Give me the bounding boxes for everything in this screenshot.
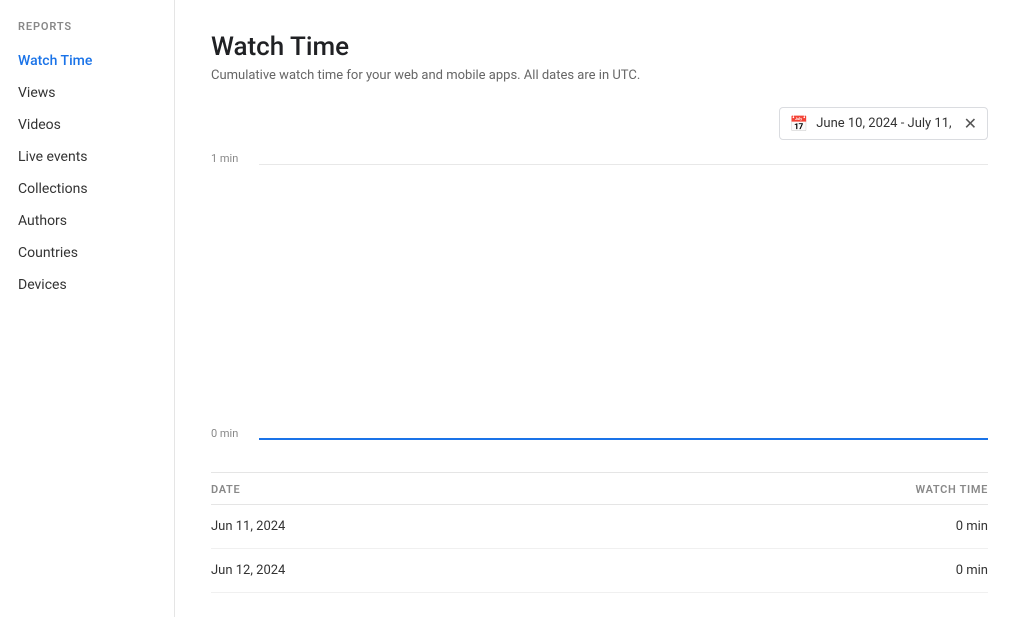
sidebar-item-countries[interactable]: Countries bbox=[0, 237, 174, 269]
date-cell: Jun 12, 2024 bbox=[211, 563, 285, 578]
close-icon[interactable]: ✕ bbox=[964, 114, 977, 133]
chart-y-max-label: 1 min bbox=[211, 152, 238, 165]
watch-time-cell: 0 min bbox=[956, 563, 988, 578]
sidebar-section-label: REPORTS bbox=[0, 20, 174, 45]
chart-y-min-label: 0 min bbox=[211, 427, 238, 440]
page-title: Watch Time bbox=[211, 32, 988, 62]
col-date-header: DATE bbox=[211, 483, 240, 496]
sidebar-nav: Watch TimeViewsVideosLive eventsCollecti… bbox=[0, 45, 174, 301]
sidebar-item-collections[interactable]: Collections bbox=[0, 173, 174, 205]
table-header: DATE WATCH TIME bbox=[211, 473, 988, 505]
page-subtitle: Cumulative watch time for your web and m… bbox=[211, 68, 988, 83]
sidebar: REPORTS Watch TimeViewsVideosLive events… bbox=[0, 0, 175, 617]
sidebar-item-authors[interactable]: Authors bbox=[0, 205, 174, 237]
filter-row: 📅 June 10, 2024 - July 11, ✕ bbox=[211, 107, 988, 140]
sidebar-item-views[interactable]: Views bbox=[0, 77, 174, 109]
sidebar-item-watch-time[interactable]: Watch Time bbox=[0, 45, 174, 77]
watch-time-cell: 0 min bbox=[956, 519, 988, 534]
sidebar-item-devices[interactable]: Devices bbox=[0, 269, 174, 301]
chart-grid-top bbox=[259, 164, 988, 165]
date-filter-button[interactable]: 📅 June 10, 2024 - July 11, ✕ bbox=[779, 107, 988, 140]
chart-area: 1 min 0 min bbox=[211, 152, 988, 468]
table-rows-container: Jun 11, 2024 0 min Jun 12, 2024 0 min bbox=[211, 505, 988, 593]
col-watch-time-header: WATCH TIME bbox=[915, 483, 988, 496]
sidebar-item-live-events[interactable]: Live events bbox=[0, 141, 174, 173]
date-filter-label: June 10, 2024 - July 11, bbox=[816, 116, 951, 131]
table-row: Jun 12, 2024 0 min bbox=[211, 549, 988, 593]
sidebar-item-videos[interactable]: Videos bbox=[0, 109, 174, 141]
table-row: Jun 11, 2024 0 min bbox=[211, 505, 988, 549]
main-content: Watch Time Cumulative watch time for you… bbox=[175, 0, 1024, 617]
date-cell: Jun 11, 2024 bbox=[211, 519, 285, 534]
calendar-icon: 📅 bbox=[790, 115, 809, 133]
chart-line bbox=[259, 438, 988, 440]
table-section: DATE WATCH TIME Jun 11, 2024 0 min Jun 1… bbox=[211, 472, 988, 593]
